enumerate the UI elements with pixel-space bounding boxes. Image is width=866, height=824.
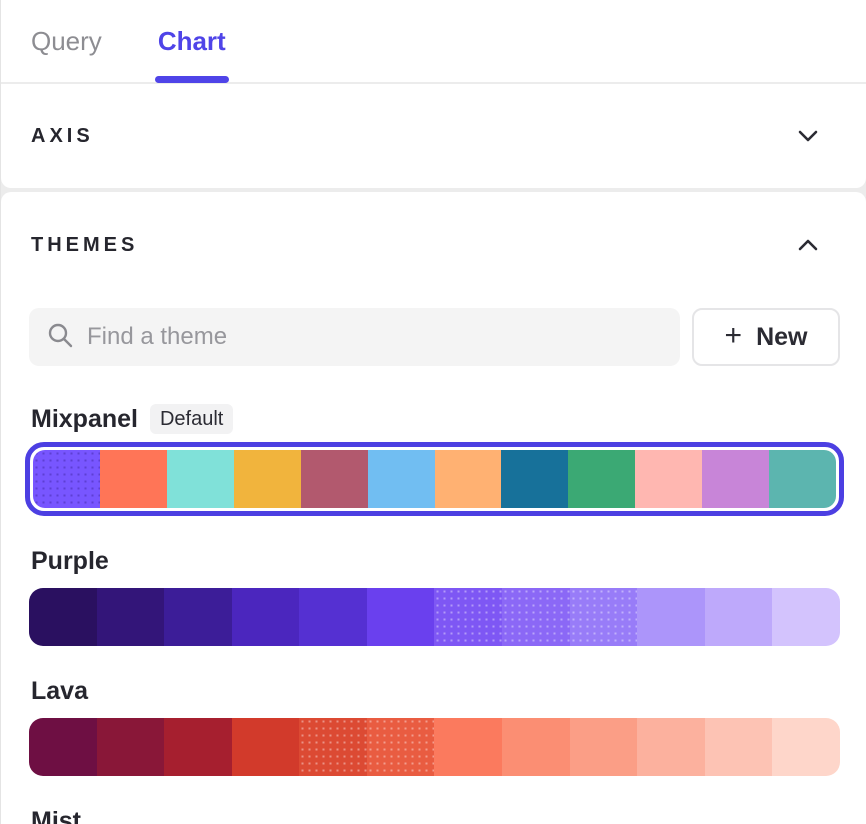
swatch-color	[570, 718, 638, 776]
chevron-up-icon[interactable]	[794, 235, 822, 255]
swatch-color	[232, 588, 300, 646]
theme-list-item-mist: Mist	[1, 806, 866, 824]
search-icon	[47, 322, 73, 353]
new-theme-button[interactable]: + New	[692, 308, 840, 366]
new-theme-button-label: New	[756, 323, 807, 352]
swatch-color	[29, 588, 97, 646]
swatch-color	[299, 718, 367, 776]
swatch-color	[301, 450, 368, 508]
swatch-color	[97, 588, 165, 646]
swatch-color	[502, 718, 570, 776]
swatch-color	[568, 450, 635, 508]
theme-search-box[interactable]	[29, 308, 680, 366]
active-tab-indicator	[155, 76, 229, 83]
swatch-color	[637, 718, 705, 776]
plus-icon: +	[725, 321, 743, 351]
chart-settings-panel: Query Chart AXIS THEMES	[0, 0, 866, 824]
axis-section-header[interactable]: AXIS	[1, 84, 866, 188]
theme-label-row: Mist	[1, 806, 866, 824]
theme-swatch-row[interactable]	[29, 718, 840, 776]
theme-name: Mixpanel	[31, 405, 138, 434]
theme-list-item-mixpanel: Mixpanel Default	[1, 404, 866, 516]
swatch-color	[367, 718, 435, 776]
swatch-color	[501, 450, 568, 508]
swatch-color	[29, 718, 97, 776]
theme-label-row: Lava	[1, 676, 866, 706]
tab-bar: Query Chart	[1, 0, 866, 82]
themes-section-header[interactable]: THEMES	[1, 230, 866, 260]
swatch-color	[502, 588, 570, 646]
swatch-color	[702, 450, 769, 508]
theme-name: Lava	[31, 677, 88, 706]
theme-label-row: Mixpanel Default	[1, 404, 866, 434]
theme-label-row: Purple	[1, 546, 866, 576]
theme-swatch-row[interactable]	[25, 442, 844, 516]
swatch-color	[33, 450, 100, 508]
tab-chart-label: Chart	[158, 26, 226, 57]
tab-query-label: Query	[31, 26, 102, 57]
swatch-color	[434, 718, 502, 776]
swatch-color	[570, 588, 638, 646]
swatch-color	[97, 718, 165, 776]
theme-name: Mist	[31, 807, 81, 824]
swatch-color	[167, 450, 234, 508]
swatch-color	[772, 588, 840, 646]
theme-toolbar: + New	[1, 308, 866, 366]
swatch-color	[164, 718, 232, 776]
swatch-color	[164, 588, 232, 646]
theme-list-item-purple: Purple	[1, 546, 866, 646]
swatch-color	[705, 588, 773, 646]
themes-section: THEMES + New Mixpanel Default	[1, 192, 866, 824]
swatch-color	[100, 450, 167, 508]
swatch-color	[435, 450, 502, 508]
swatch-color	[772, 718, 840, 776]
tab-query[interactable]: Query	[31, 0, 102, 82]
tab-chart[interactable]: Chart	[158, 0, 226, 82]
swatch-color	[232, 718, 300, 776]
theme-search-input[interactable]	[87, 323, 662, 351]
swatch-color	[368, 450, 435, 508]
swatch-color	[299, 588, 367, 646]
swatch-color	[367, 588, 435, 646]
themes-section-title: THEMES	[31, 234, 138, 257]
chevron-down-icon[interactable]	[794, 126, 822, 146]
swatch-color	[705, 718, 773, 776]
theme-default-badge: Default	[150, 404, 233, 434]
swatch-color	[769, 450, 836, 508]
theme-swatch-row[interactable]	[29, 588, 840, 646]
theme-name: Purple	[31, 547, 109, 576]
swatch-color	[637, 588, 705, 646]
swatch-color	[434, 588, 502, 646]
axis-section-title: AXIS	[31, 125, 94, 148]
theme-list: Mixpanel Default Purple Lava Mist	[1, 404, 866, 824]
theme-list-item-lava: Lava	[1, 676, 866, 776]
swatch-color	[234, 450, 301, 508]
swatch-color	[635, 450, 702, 508]
